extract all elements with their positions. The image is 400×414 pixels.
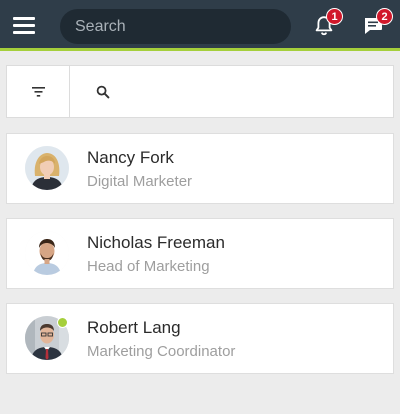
search-icon: [96, 85, 110, 99]
search-input[interactable]: [60, 9, 291, 44]
contact-role: Digital Marketer: [87, 173, 193, 190]
list-toolbar: [6, 65, 394, 118]
notifications-button[interactable]: 1: [312, 8, 343, 38]
notifications-count-badge: 1: [326, 8, 343, 25]
contact-role: Marketing Coordinator: [87, 343, 236, 360]
contact-card[interactable]: Nancy Fork Digital Marketer: [6, 133, 394, 204]
contact-role: Head of Marketing: [87, 258, 210, 275]
top-navigation-bar: 1 2: [0, 0, 400, 51]
filter-icon: [32, 87, 45, 97]
messages-count-badge: 2: [376, 8, 393, 25]
menu-line: [13, 17, 35, 20]
online-status-indicator: [57, 317, 68, 328]
menu-line: [13, 31, 35, 34]
contact-card[interactable]: Nicholas Freeman Head of Marketing: [6, 218, 394, 289]
contact-card[interactable]: Robert Lang Marketing Coordinator: [6, 303, 394, 374]
contact-name: Robert Lang: [87, 318, 181, 337]
hamburger-menu-icon[interactable]: [13, 15, 35, 35]
avatar: [25, 146, 69, 190]
messages-button[interactable]: 2: [362, 8, 393, 38]
list-search-button[interactable]: [71, 66, 393, 117]
menu-line: [13, 24, 35, 27]
contact-name: Nancy Fork: [87, 148, 174, 167]
filter-button[interactable]: [7, 66, 70, 117]
contact-name: Nicholas Freeman: [87, 233, 225, 252]
avatar: [25, 231, 69, 275]
